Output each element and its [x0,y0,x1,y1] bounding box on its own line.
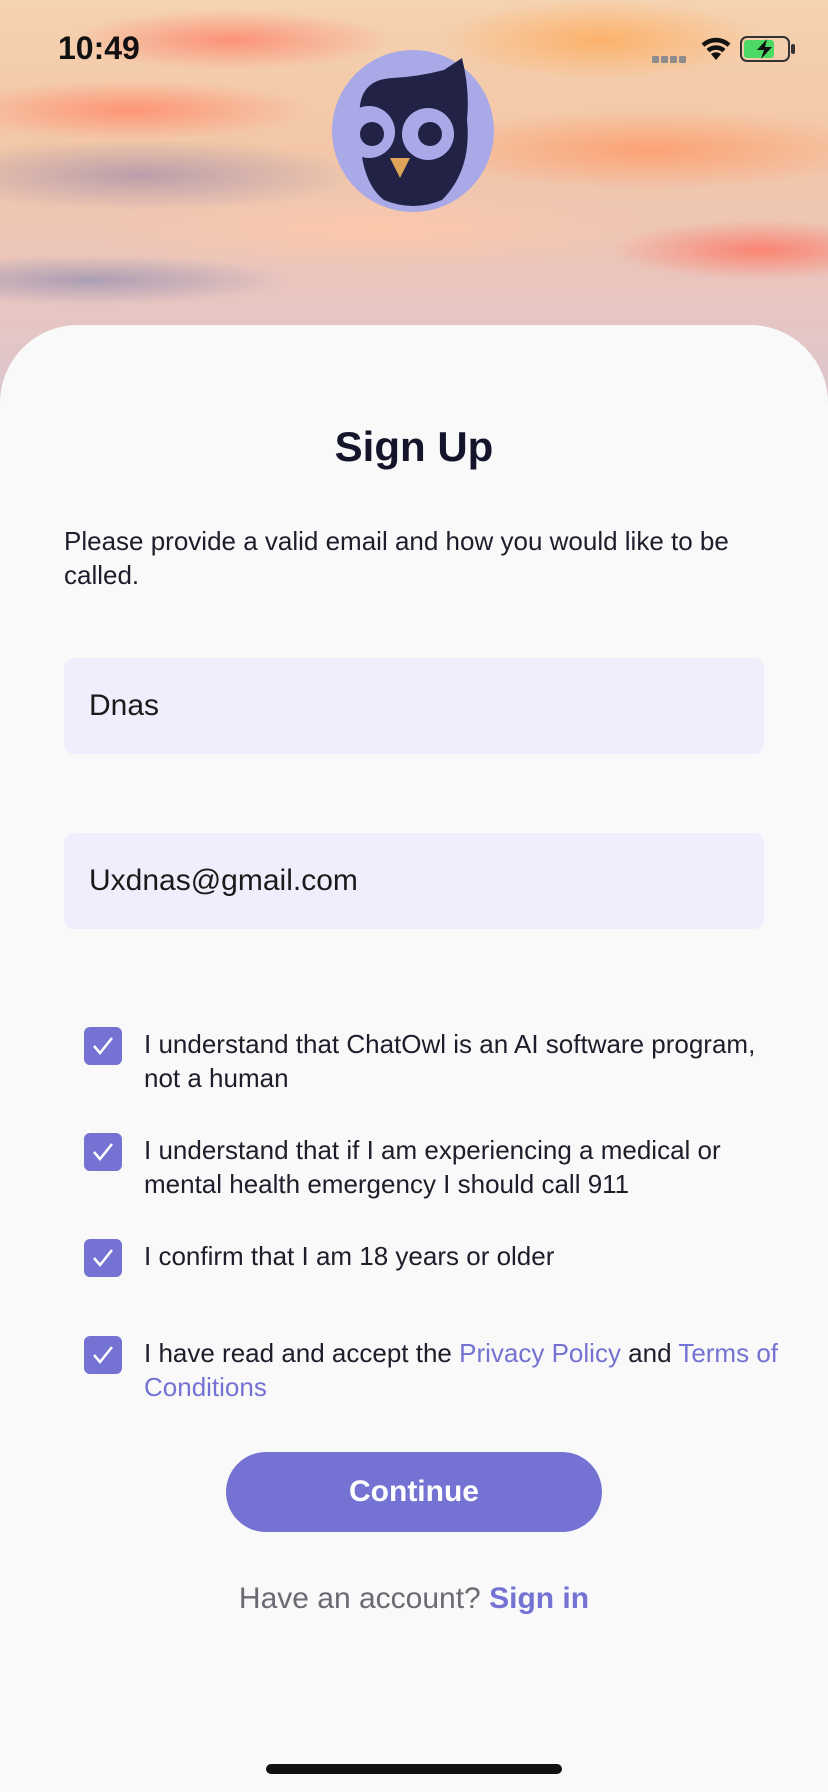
continue-button[interactable]: Continue [226,1452,602,1532]
instructions-text: Please provide a valid email and how you… [64,526,729,590]
checkmark-icon [93,1346,113,1364]
agreement-text-emergency: I understand that if I am experiencing a… [144,1135,721,1199]
email-input-value: Uxdnas@gmail.com [89,864,358,897]
policies-text-middle: and [620,1338,679,1368]
battery-charging-icon [740,36,796,67]
checkmark-icon [93,1143,113,1161]
privacy-policy-link[interactable]: Privacy Policy [459,1338,621,1368]
agreement-text-ai: I understand that ChatOwl is an AI softw… [144,1029,756,1093]
agreement-text-age: I confirm that I am 18 years or older [144,1241,555,1271]
cellular-signal-icon [652,50,688,68]
checkmark-icon [93,1249,113,1267]
policies-text-before: I have read and accept the [144,1338,460,1368]
wifi-icon [698,34,734,67]
page-title: Sign Up [334,423,494,470]
agreement-checkbox-policies[interactable] [84,1336,122,1374]
name-input[interactable]: Dnas [64,658,764,754]
status-time: 10:49 [58,30,140,66]
checkmark-icon [93,1037,113,1055]
email-input[interactable]: Uxdnas@gmail.com [64,833,764,929]
agreement-text-policies: I have read and accept the Privacy Polic… [144,1336,784,1404]
agreement-checkbox-ai[interactable] [84,1027,122,1065]
have-account-text: Have an account? [238,1582,481,1615]
agreement-checkbox-emergency[interactable] [84,1133,122,1171]
signin-prompt: Have an account? Sign in [0,1582,828,1616]
owl-logo-icon [332,50,494,212]
name-input-value: Dnas [89,689,160,722]
signin-link[interactable]: Sign in [489,1582,589,1615]
agreement-checkbox-age[interactable] [84,1239,122,1277]
home-indicator [266,1764,562,1774]
